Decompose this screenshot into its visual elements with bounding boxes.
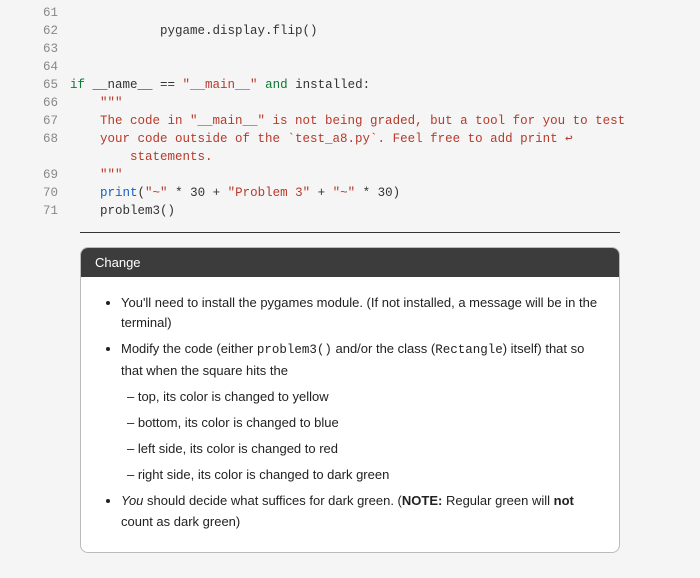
code-content: """ [70, 166, 700, 184]
code-content: statements. [70, 148, 700, 166]
line-number: 67 [0, 112, 70, 130]
line-number: 64 [0, 58, 70, 76]
bullet-modify-mid: and/or the class ( [332, 341, 435, 356]
change-panel: Change You'll need to install the pygame… [80, 247, 620, 553]
line-number [0, 148, 70, 166]
code-line: 70 print("~" * 30 + "Problem 3" + "~" * … [0, 184, 700, 202]
line-number: 68 [0, 130, 70, 148]
note-end: count as dark green) [121, 514, 240, 529]
code-content: if __name__ == "__main__" and installed: [70, 76, 700, 94]
code-line: 69 """ [0, 166, 700, 184]
line-number: 71 [0, 202, 70, 220]
bullet-install: You'll need to install the pygames modul… [121, 293, 601, 333]
code-line: 62 pygame.display.flip() [0, 22, 700, 40]
line-number: 65 [0, 76, 70, 94]
code-content: pygame.display.flip() [70, 22, 700, 40]
code-content: """ [70, 94, 700, 112]
code-line: 68 your code outside of the `test_a8.py`… [0, 130, 700, 148]
line-number: 70 [0, 184, 70, 202]
bullet-modify-pre: Modify the code (either [121, 341, 257, 356]
sub-right: right side, its color is changed to dark… [141, 465, 601, 485]
code-line: 65if __name__ == "__main__" and installe… [0, 76, 700, 94]
code-content [70, 40, 700, 58]
code-line: 67 The code in "__main__" is not being g… [0, 112, 700, 130]
code-content: print("~" * 30 + "Problem 3" + "~" * 30) [70, 184, 700, 202]
bullet-install-text: You'll need to install the pygames modul… [121, 295, 597, 330]
code-block: 6162 pygame.display.flip()636465if __nam… [0, 0, 700, 228]
sub-bottom: bottom, its color is changed to blue [141, 413, 601, 433]
bullet-list: You'll need to install the pygames modul… [99, 293, 601, 532]
sub-list: top, its color is changed to yellow bott… [121, 387, 601, 486]
line-number: 66 [0, 94, 70, 112]
code-content: your code outside of the `test_a8.py`. F… [70, 130, 700, 148]
line-number: 61 [0, 4, 70, 22]
sub-left: left side, its color is changed to red [141, 439, 601, 459]
line-number: 69 [0, 166, 70, 184]
panel-body: You'll need to install the pygames modul… [81, 277, 619, 552]
code-content: The code in "__main__" is not being grad… [70, 112, 700, 130]
code-line: 71 problem3() [0, 202, 700, 220]
code-line: 66 """ [0, 94, 700, 112]
note-not: not [554, 493, 574, 508]
code-line: 64 [0, 58, 700, 76]
sub-top: top, its color is changed to yellow [141, 387, 601, 407]
code-rectangle: Rectangle [435, 343, 503, 357]
bullet-modify: Modify the code (either problem3() and/o… [121, 339, 601, 485]
code-problem3: problem3() [257, 343, 332, 357]
code-line: 61 [0, 4, 700, 22]
code-line: 63 [0, 40, 700, 58]
line-number: 62 [0, 22, 70, 40]
line-number: 63 [0, 40, 70, 58]
code-content [70, 4, 700, 22]
bullet-note: You should decide what suffices for dark… [121, 491, 601, 531]
note-label: NOTE: [402, 493, 442, 508]
note-after: Regular green will [442, 493, 553, 508]
divider [80, 232, 620, 233]
panel-title: Change [81, 248, 619, 277]
code-line: statements. [0, 148, 700, 166]
code-content [70, 58, 700, 76]
code-content: problem3() [70, 202, 700, 220]
note-you: You [121, 493, 143, 508]
note-mid: should decide what suffices for dark gre… [143, 493, 401, 508]
